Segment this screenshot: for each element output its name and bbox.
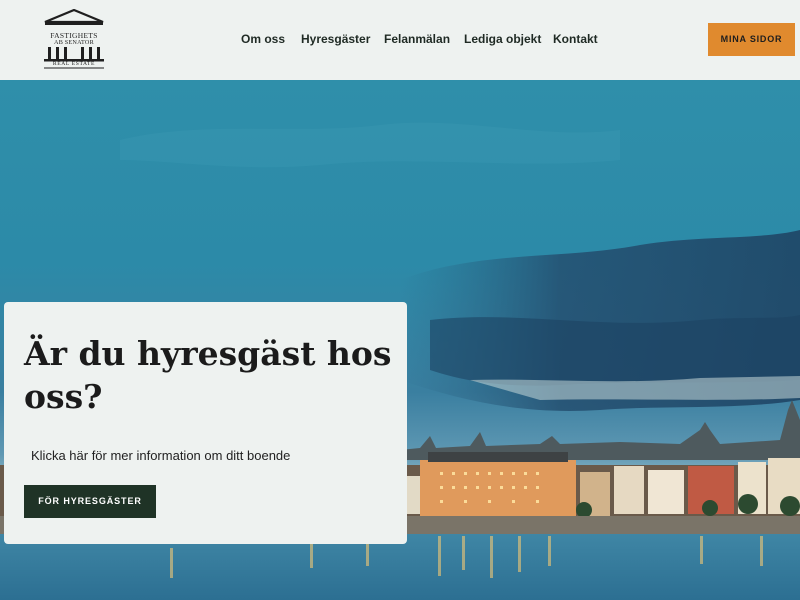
logo-text-line2: AB SENATOR	[54, 39, 94, 46]
nav-item-kontakt[interactable]: Kontakt	[553, 32, 598, 46]
mina-sidor-button[interactable]: MINA SIDOR	[708, 23, 795, 56]
nav-item-om-oss[interactable]: Om oss	[241, 32, 285, 46]
hero-title: Är du hyresgäst hos oss?	[24, 334, 392, 416]
nav-item-felanmalan[interactable]: Felanmälan	[384, 32, 450, 46]
logo-text-line3: REAL ESTATE	[52, 61, 96, 67]
hero-section: Är du hyresgäst hos oss? Klicka här för …	[0, 80, 800, 600]
site-header: FASTIGHETS AB SENATOR REAL ESTATE Om oss…	[0, 0, 800, 80]
for-tenants-button[interactable]: FÖR HYRESGÄSTER	[24, 485, 156, 518]
nav-item-hyresgaster[interactable]: Hyresgäster	[301, 32, 370, 46]
nav-item-lediga-objekt[interactable]: Lediga objekt	[464, 32, 541, 46]
hero-subtitle[interactable]: Klicka här för mer information om ditt b…	[31, 448, 290, 463]
tenant-info-card: Är du hyresgäst hos oss? Klicka här för …	[4, 302, 407, 544]
company-logo[interactable]: FASTIGHETS AB SENATOR REAL ESTATE	[42, 8, 106, 71]
